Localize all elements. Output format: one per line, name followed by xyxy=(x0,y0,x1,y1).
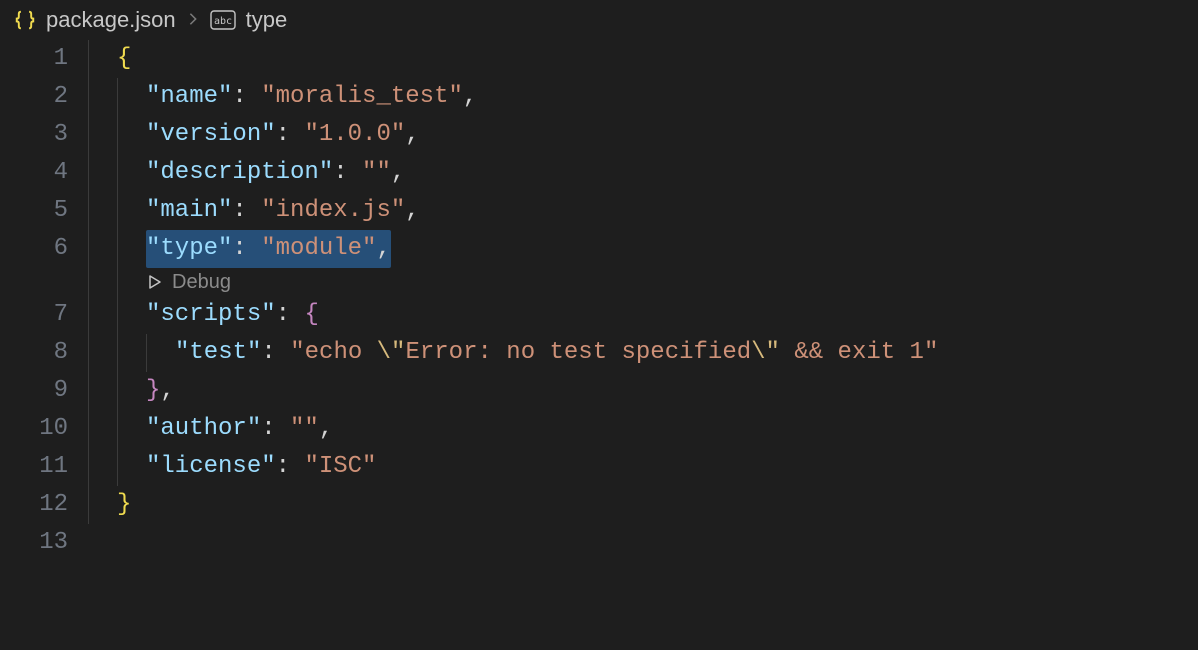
codelens-row: Debug xyxy=(0,268,1198,296)
breadcrumb: package.json abc type xyxy=(0,0,1198,40)
line-number: 5 xyxy=(0,192,88,230)
code-line[interactable]: 2 "name": "moralis_test", xyxy=(0,78,1198,116)
chevron-right-icon xyxy=(186,9,200,32)
code-line[interactable]: 9 }, xyxy=(0,372,1198,410)
line-number: 1 xyxy=(0,40,88,78)
json-file-icon xyxy=(14,9,36,31)
string-property-icon: abc xyxy=(210,10,236,30)
code-line[interactable]: 11 "license": "ISC" xyxy=(0,448,1198,486)
line-number: 9 xyxy=(0,372,88,410)
line-number: 3 xyxy=(0,116,88,154)
line-number: 10 xyxy=(0,410,88,448)
debug-codelens[interactable]: Debug xyxy=(146,268,231,296)
code-line[interactable]: 7 "scripts": { xyxy=(0,296,1198,334)
line-number: 12 xyxy=(0,486,88,524)
line-number: 7 xyxy=(0,296,88,334)
svg-text:abc: abc xyxy=(214,16,232,27)
line-number: 2 xyxy=(0,78,88,116)
code-line[interactable]: 3 "version": "1.0.0", xyxy=(0,116,1198,154)
line-number: 4 xyxy=(0,154,88,192)
code-line[interactable]: 6 "type": "module", xyxy=(0,230,1198,268)
code-editor[interactable]: 1 { 2 "name": "moralis_test", 3 "version… xyxy=(0,40,1198,562)
code-line[interactable]: 10 "author": "", xyxy=(0,410,1198,448)
breadcrumb-property[interactable]: type xyxy=(246,7,288,33)
breadcrumb-file[interactable]: package.json xyxy=(46,7,176,33)
code-line[interactable]: 5 "main": "index.js", xyxy=(0,192,1198,230)
line-number: 6 xyxy=(0,230,88,268)
line-number: 8 xyxy=(0,334,88,372)
code-line[interactable]: 13 xyxy=(0,524,1198,562)
code-line[interactable]: 1 { xyxy=(0,40,1198,78)
code-line[interactable]: 8 "test": "echo \"Error: no test specifi… xyxy=(0,334,1198,372)
line-number: 11 xyxy=(0,448,88,486)
play-icon xyxy=(146,274,162,290)
debug-codelens-label: Debug xyxy=(172,268,231,296)
code-line[interactable]: 4 "description": "", xyxy=(0,154,1198,192)
line-number: 13 xyxy=(0,524,88,562)
code-line[interactable]: 12 } xyxy=(0,486,1198,524)
